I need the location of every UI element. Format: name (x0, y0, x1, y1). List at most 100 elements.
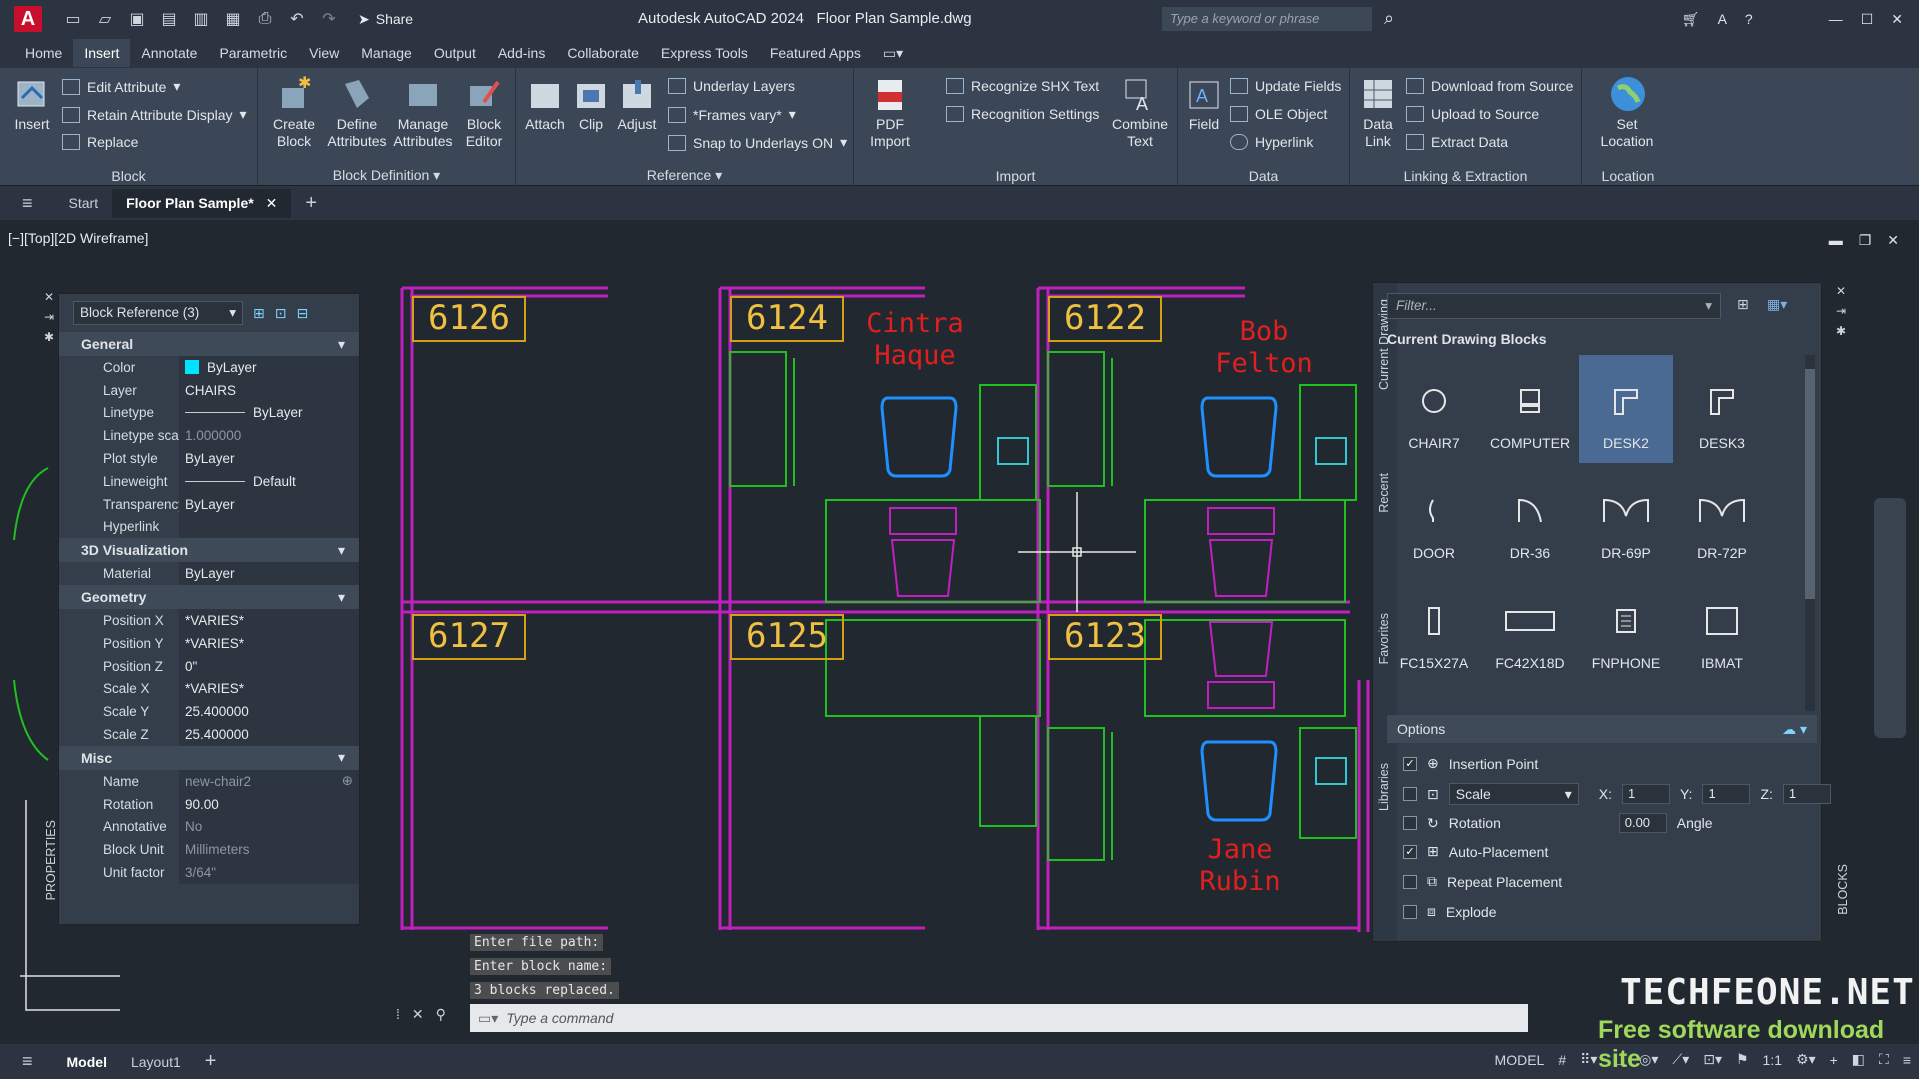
close-tab-icon[interactable]: ✕ (266, 195, 278, 211)
option-scale[interactable]: ⊡ Scale ▾ X: 1 Y: 1 Z: 1 (1403, 783, 1831, 805)
property-row[interactable]: Scale X *VARIES* (59, 677, 359, 701)
browse-blocks-icon[interactable]: ⊞ (1737, 296, 1749, 313)
replace-button[interactable]: Replace (62, 134, 138, 150)
search-icon[interactable]: ⌕ (1384, 8, 1394, 29)
adjust-button[interactable]: Adjust (614, 74, 660, 133)
tab-insert[interactable]: Insert (73, 39, 131, 67)
property-row[interactable]: Scale Y 25.400000 (59, 700, 359, 724)
minimize-icon[interactable]: — (1829, 11, 1843, 27)
tab-annotate[interactable]: Annotate (130, 39, 208, 67)
autodesk-account-icon[interactable]: A (1718, 11, 1727, 27)
tab-floor-plan-sample[interactable]: Floor Plan Sample* ✕ (112, 188, 292, 218)
section-geometry[interactable]: Geometry ▾ (59, 585, 359, 610)
block-item-fc42x18d[interactable]: FC42X18D (1483, 575, 1577, 683)
palette-close-icon[interactable]: ✕ (44, 290, 58, 304)
auto-placement-checkbox[interactable]: ✓ (1403, 844, 1417, 859)
block-item-chair7[interactable]: CHAIR7 (1387, 355, 1481, 463)
ribbon-toggle-icon[interactable]: ▭▾ (872, 39, 914, 68)
download-from-source-button[interactable]: Download from Source (1406, 78, 1573, 94)
block-item-desk3[interactable]: DESK3 (1675, 355, 1769, 463)
property-row[interactable]: Unit factor 3/64" (59, 861, 359, 884)
tab-parametric[interactable]: Parametric (208, 39, 298, 67)
ole-object-button[interactable]: OLE Object (1230, 106, 1327, 122)
option-explode[interactable]: ⧈ Explode (1403, 903, 1497, 920)
scale-z-input[interactable]: 1 (1782, 784, 1831, 804)
tab-start[interactable]: Start (55, 189, 113, 217)
command-prompt-icon[interactable]: ▭▾ (478, 1010, 498, 1027)
cart-icon[interactable]: 🛒︎ (1682, 11, 1700, 28)
tab-add-ins[interactable]: Add-ins (487, 39, 556, 67)
cloud-settings-icon[interactable]: ☁ ▾ (1782, 721, 1807, 738)
section-3d-visualization[interactable]: 3D Visualization ▾ (59, 538, 359, 563)
field-button[interactable]: A Field (1182, 74, 1226, 133)
option-repeat-placement[interactable]: ⧉ Repeat Placement (1403, 873, 1562, 890)
share-button[interactable]: ➤ Share (358, 11, 413, 28)
frames-vary-dropdown[interactable]: *Frames vary* ▾ (668, 106, 796, 123)
blocks-close-icon[interactable]: ✕ (1836, 284, 1850, 298)
blocks-scrollbar[interactable] (1805, 355, 1815, 711)
define-attributes-button[interactable]: Define Attributes (326, 74, 388, 150)
grip-icon[interactable]: ⁞ (396, 1006, 400, 1023)
viewport-restore-icon[interactable]: ❐ (1859, 232, 1872, 249)
property-row[interactable]: Rotation 90.00 (59, 792, 359, 816)
autocad-logo-icon[interactable]: A (14, 6, 42, 32)
view-options-icon[interactable]: ▦▾ (1767, 296, 1787, 313)
property-row[interactable]: Transparency ByLayer (59, 492, 359, 516)
tab-manage[interactable]: Manage (350, 39, 423, 67)
property-row[interactable]: Color ByLayer (59, 356, 359, 379)
search-input[interactable]: Type a keyword or phrase (1162, 7, 1372, 31)
manage-attributes-button[interactable]: Manage Attributes (392, 74, 454, 150)
snap-to-underlays-dropdown[interactable]: Snap to Underlays ON ▾ (668, 134, 847, 151)
combine-text-button[interactable]: A Combine Text (1108, 74, 1172, 150)
property-row[interactable]: Lineweight Default (59, 469, 359, 493)
new-tab-icon[interactable]: + (291, 186, 331, 221)
reference-panel-title[interactable]: Reference ▾ (516, 167, 853, 184)
hyperlink-button[interactable]: Hyperlink (1230, 134, 1313, 150)
property-row[interactable]: Plot style ByLayer (59, 447, 359, 470)
save-icon[interactable]: ▣ (126, 9, 148, 29)
blocks-filter-input[interactable]: Filter... ▾ (1387, 293, 1721, 319)
options-header[interactable]: Options ☁ ▾ (1387, 715, 1817, 743)
property-row[interactable]: Annotative No (59, 815, 359, 839)
layout-menu-icon[interactable]: ≡ (0, 1045, 55, 1078)
block-item-computer[interactable]: COMPUTER (1483, 355, 1577, 463)
new-file-icon[interactable]: ▭ (62, 9, 84, 29)
open-from-web-icon[interactable]: ▥ (190, 9, 212, 29)
underlay-layers-button[interactable]: Underlay Layers (668, 78, 795, 94)
property-row[interactable]: Position Z 0" (59, 654, 359, 678)
insert-button[interactable]: Insert (8, 74, 56, 133)
option-auto-placement[interactable]: ✓ ⊞ Auto-Placement (1403, 843, 1548, 860)
command-input[interactable]: ▭▾ Type a command (470, 1004, 1528, 1032)
tab-featured-apps[interactable]: Featured Apps (759, 39, 872, 67)
object-type-selector[interactable]: Block Reference (3) ▾ (73, 301, 243, 325)
block-item-dr-69p[interactable]: DR-69P (1579, 465, 1673, 573)
navigation-bar[interactable] (1874, 498, 1906, 738)
block-item-ibmat[interactable]: IBMAT (1675, 575, 1769, 683)
block-item-fnphone[interactable]: FNPHONE (1579, 575, 1673, 683)
property-row[interactable]: Linetype sca...1.000000 (59, 424, 359, 448)
palette-autohide-icon[interactable]: ⇥ (44, 310, 58, 324)
select-objects-icon[interactable]: ⊡ (275, 305, 287, 322)
block-item-door[interactable]: DOOR (1387, 465, 1481, 573)
block-item-dr-36[interactable]: DR-36 (1483, 465, 1577, 573)
property-row[interactable]: Layer CHAIRS (59, 378, 359, 402)
scale-checkbox[interactable] (1403, 787, 1417, 801)
palette-settings-icon[interactable]: ✱ (44, 330, 58, 344)
property-row[interactable]: Position Y *VARIES* (59, 631, 359, 655)
upload-to-source-button[interactable]: Upload to Source (1406, 106, 1539, 122)
save-to-web-icon[interactable]: ▦ (222, 9, 244, 29)
open-folder-icon[interactable]: ▱ (94, 9, 116, 29)
tab-express-tools[interactable]: Express Tools (650, 39, 759, 67)
help-icon[interactable]: ? (1745, 11, 1753, 27)
insertion-point-checkbox[interactable]: ✓ (1403, 756, 1417, 771)
viewport-close-icon[interactable]: ✕ (1887, 232, 1899, 249)
property-row[interactable]: Scale Z 25.400000 (59, 723, 359, 746)
grid-icon[interactable]: # (1558, 1052, 1566, 1068)
blocks-autohide-icon[interactable]: ⇥ (1836, 304, 1850, 318)
edit-attribute-button[interactable]: Edit Attribute ▾ (62, 78, 180, 95)
recognition-settings-button[interactable]: Recognition Settings (946, 106, 1099, 122)
attach-button[interactable]: Attach (522, 74, 568, 133)
block-name-icon[interactable]: ⊕ (342, 773, 353, 789)
new-layout-icon[interactable]: + (193, 1044, 229, 1079)
extract-data-button[interactable]: Extract Data (1406, 134, 1508, 150)
